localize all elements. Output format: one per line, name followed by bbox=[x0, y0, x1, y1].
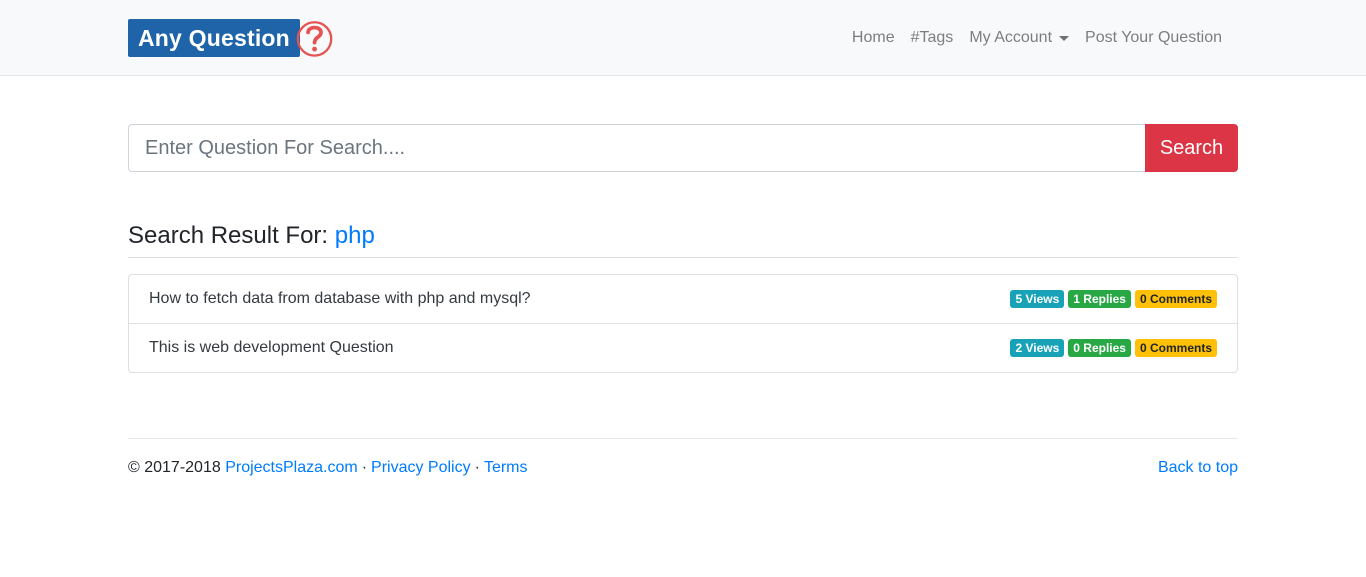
privacy-policy-link[interactable]: Privacy Policy bbox=[371, 459, 471, 476]
results-list: How to fetch data from database with php… bbox=[128, 274, 1238, 373]
footer-left: © 2017-2018 ProjectsPlaza.com · Privacy Po… bbox=[128, 459, 528, 477]
result-badges: 2 Views 0 Replies 0 Comments bbox=[1010, 339, 1217, 357]
nav-home-link[interactable]: Home bbox=[844, 29, 903, 47]
result-badges: 5 Views 1 Replies 0 Comments bbox=[1010, 290, 1217, 308]
site-link[interactable]: ProjectsPlaza.com bbox=[225, 459, 358, 476]
replies-badge: 1 Replies bbox=[1068, 290, 1131, 308]
nav-my-account-dropdown[interactable]: My Account bbox=[961, 29, 1077, 47]
caret-down-icon bbox=[1059, 36, 1070, 41]
nav-post-question-link[interactable]: Post Your Question bbox=[1077, 29, 1230, 47]
comments-badge: 0 Comments bbox=[1134, 339, 1217, 357]
search-result-heading: Search Result For: php bbox=[128, 222, 1238, 258]
views-badge: 5 Views bbox=[1010, 290, 1065, 308]
comments-badge: 0 Comments bbox=[1134, 290, 1217, 308]
search-bar: Search bbox=[128, 124, 1238, 172]
search-button[interactable]: Search bbox=[1145, 124, 1238, 172]
result-title-link[interactable]: How to fetch data from database with php… bbox=[149, 290, 531, 308]
replies-badge: 0 Replies bbox=[1068, 339, 1131, 357]
copyright-text: © 2017-2018 bbox=[128, 459, 221, 476]
views-badge: 2 Views bbox=[1010, 339, 1065, 357]
main-nav: Home #Tags My Account Post Your Question bbox=[844, 0, 1230, 76]
search-term: php bbox=[334, 222, 375, 249]
result-item[interactable]: How to fetch data from database with php… bbox=[129, 275, 1237, 324]
nav-my-account-label: My Account bbox=[969, 29, 1053, 46]
footer-separator: · bbox=[361, 459, 368, 476]
result-heading-prefix: Search Result For: bbox=[128, 222, 329, 249]
back-to-top-link[interactable]: Back to top bbox=[1158, 459, 1238, 477]
question-mark-icon bbox=[296, 21, 333, 57]
result-title-link[interactable]: This is web development Question bbox=[149, 339, 394, 357]
terms-link[interactable]: Terms bbox=[484, 459, 528, 476]
page-footer: © 2017-2018 ProjectsPlaza.com · Privacy Po… bbox=[128, 438, 1238, 477]
search-input[interactable] bbox=[128, 124, 1145, 172]
brand-text: Any Question bbox=[128, 19, 300, 57]
brand-logo[interactable]: Any Question bbox=[128, 13, 333, 63]
footer-separator: · bbox=[474, 459, 480, 476]
nav-tags-link[interactable]: #Tags bbox=[903, 29, 962, 47]
result-item[interactable]: This is web development Question 2 Views… bbox=[129, 324, 1237, 372]
navbar: Any Question Home #Tags My Account Post … bbox=[0, 0, 1366, 76]
